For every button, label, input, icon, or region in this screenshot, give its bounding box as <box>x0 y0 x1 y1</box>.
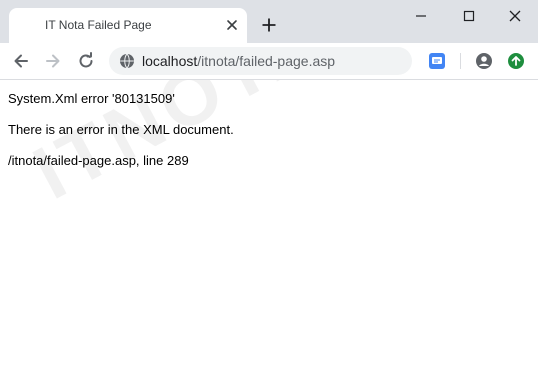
url-path: /itnota/failed-page.asp <box>197 53 336 69</box>
plus-icon[interactable] <box>261 17 277 33</box>
reload-icon[interactable] <box>77 52 95 70</box>
error-title: System.Xml error '80131509' <box>8 91 175 106</box>
forward-arrow-icon[interactable] <box>44 52 62 70</box>
close-icon[interactable] <box>507 8 523 24</box>
toolbar-divider <box>460 53 461 69</box>
account-icon[interactable] <box>475 52 493 70</box>
close-icon[interactable] <box>225 18 239 32</box>
address-bar[interactable]: localhost/itnota/failed-page.asp <box>109 47 412 75</box>
minimize-icon[interactable] <box>413 8 429 24</box>
tab-active[interactable]: IT Nota Failed Page <box>9 8 247 43</box>
extension-icon[interactable] <box>428 52 446 70</box>
maximize-icon[interactable] <box>461 8 477 24</box>
back-arrow-icon[interactable] <box>12 52 30 70</box>
url-host: localhost <box>142 53 198 69</box>
url-text: localhost/itnota/failed-page.asp <box>142 53 335 69</box>
error-message: There is an error in the XML document. <box>8 122 234 137</box>
toolbar: localhost/itnota/failed-page.asp <box>0 43 538 80</box>
title-bar: IT Nota Failed Page <box>0 0 538 43</box>
update-icon[interactable] <box>507 52 525 70</box>
error-location: /itnota/failed-page.asp, line 289 <box>8 153 189 168</box>
globe-icon[interactable] <box>119 53 135 69</box>
tab-title: IT Nota Failed Page <box>45 18 152 32</box>
